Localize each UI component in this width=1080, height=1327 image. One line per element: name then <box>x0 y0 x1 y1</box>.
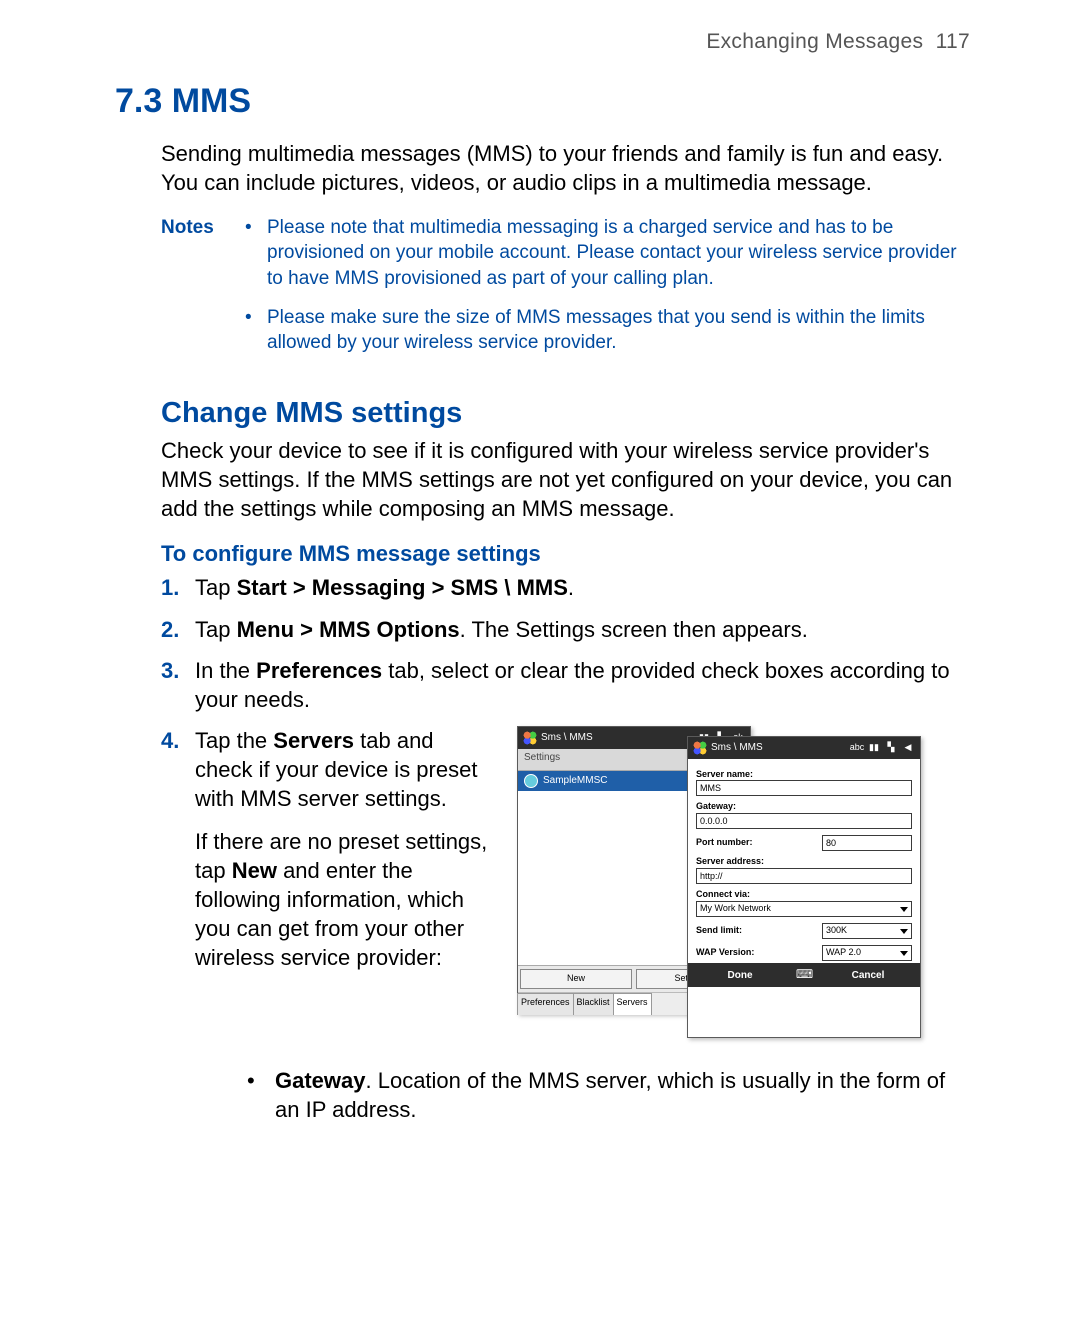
start-icon[interactable] <box>693 741 707 755</box>
globe-icon <box>524 774 538 788</box>
tab-servers[interactable]: Servers <box>613 993 652 1015</box>
page-number: 117 <box>936 30 970 53</box>
note-text: Please note that multimedia messaging is… <box>267 215 970 291</box>
bullet-icon: • <box>245 305 267 356</box>
start-icon[interactable] <box>523 731 537 745</box>
note-item: • Please make sure the size of MMS messa… <box>245 305 970 356</box>
label-wap-version: WAP Version: <box>696 947 814 959</box>
step-text: Tap the Servers tab and check if your de… <box>195 726 970 1124</box>
label-server-address: Server address: <box>696 856 912 868</box>
step-text: In the Preferences tab, select or clear … <box>195 656 970 714</box>
step-text: Tap Menu > MMS Options. The Settings scr… <box>195 615 970 644</box>
window-title: Sms \ MMS <box>541 731 593 744</box>
running-header: Exchanging Messages 117 <box>115 30 970 54</box>
step-2: 2. Tap Menu > MMS Options. The Settings … <box>161 615 970 644</box>
softkey-bar: Done ⌨ Cancel <box>688 963 920 987</box>
bullet-icon: • <box>247 1066 275 1124</box>
port-input[interactable] <box>822 835 912 851</box>
chapter-title: Exchanging Messages <box>706 30 923 53</box>
label-server-name: Server name: <box>696 769 912 781</box>
step-4: 4. Tap the Servers tab and check if your… <box>161 726 970 1124</box>
steps-list: 1. Tap Start > Messaging > SMS \ MMS. 2.… <box>161 573 970 1123</box>
keyboard-icon[interactable]: ⌨ <box>792 967 816 983</box>
step-3: 3. In the Preferences tab, select or cle… <box>161 656 970 714</box>
subheading: Change MMS settings <box>161 397 970 430</box>
cancel-softkey[interactable]: Cancel <box>816 969 920 982</box>
screenshots: Sms \ MMS ▮▮ ▚ ok Settings SampleMMSC <box>517 726 970 1046</box>
server-name-input[interactable] <box>696 780 912 796</box>
step-1: 1. Tap Start > Messaging > SMS \ MMS. <box>161 573 970 602</box>
gateway-text: . Location of the MMS server, which is u… <box>275 1068 945 1122</box>
send-limit-dropdown[interactable]: 300K <box>822 923 912 939</box>
step-number: 1. <box>161 573 195 602</box>
signal-bars-icon: ▚ <box>884 742 898 754</box>
step-text: Tap Start > Messaging > SMS \ MMS. <box>195 573 970 602</box>
gateway-input[interactable] <box>696 813 912 829</box>
step-number: 3. <box>161 656 195 714</box>
tab-blacklist[interactable]: Blacklist <box>573 993 614 1015</box>
input-mode-indicator: abc <box>850 742 864 754</box>
done-softkey[interactable]: Done <box>688 969 792 982</box>
note-text: Please make sure the size of MMS message… <box>267 305 970 356</box>
new-button[interactable]: New <box>520 969 632 989</box>
signal-icon: ▮▮ <box>867 742 881 754</box>
label-gateway: Gateway: <box>696 801 912 813</box>
step-number: 2. <box>161 615 195 644</box>
wap-version-dropdown[interactable]: WAP 2.0 <box>822 945 912 961</box>
procedure-heading: To configure MMS message settings <box>161 541 970 567</box>
titlebar: Sms \ MMS abc ▮▮ ▚ ◀ <box>688 737 920 759</box>
server-address-input[interactable] <box>696 868 912 884</box>
speaker-icon[interactable]: ◀ <box>901 742 915 754</box>
note-item: • Please note that multimedia messaging … <box>245 215 970 291</box>
label-connect-via: Connect via: <box>696 889 912 901</box>
gateway-label: Gateway <box>275 1068 366 1093</box>
tab-preferences[interactable]: Preferences <box>517 993 574 1015</box>
bullet-icon: • <box>245 215 267 291</box>
notes-block: Notes • Please note that multimedia mess… <box>161 215 970 369</box>
intro-paragraph: Sending multimedia messages (MMS) to you… <box>161 139 970 197</box>
server-name: SampleMMSC <box>543 774 607 787</box>
label-port: Port number: <box>696 837 814 849</box>
notes-label: Notes <box>161 215 245 369</box>
gateway-bullet: • Gateway. Location of the MMS server, w… <box>247 1066 970 1124</box>
connect-via-dropdown[interactable]: My Work Network <box>696 901 912 917</box>
subheading-body: Check your device to see if it is config… <box>161 436 970 523</box>
section-heading: 7.3 MMS <box>115 82 970 121</box>
step-number: 4. <box>161 726 195 1124</box>
label-send-limit: Send limit: <box>696 925 814 937</box>
window-title: Sms \ MMS <box>711 741 763 754</box>
server-edit-window: Sms \ MMS abc ▮▮ ▚ ◀ Server name: Gatewa <box>687 736 921 1038</box>
